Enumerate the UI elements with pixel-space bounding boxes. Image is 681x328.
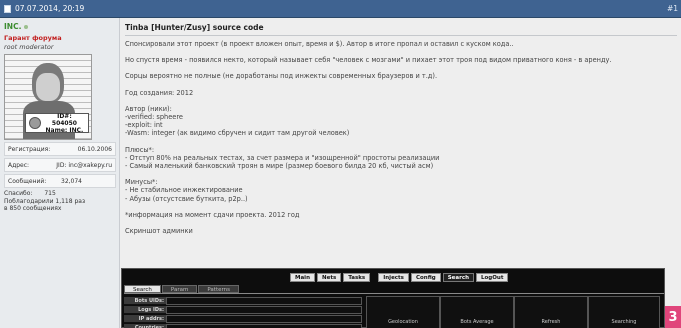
admin-stat-column-label: Searching xyxy=(611,319,637,325)
admin-tab-search: Search xyxy=(124,285,161,293)
post-paragraph: Скриншот админки xyxy=(125,227,677,235)
admin-stat-columns: Geolocation Bots Average Refresh Searching xyxy=(366,296,660,328)
post-paragraph: *информация на момент сдачи проекта. 201… xyxy=(125,211,677,219)
paragraph-line: Год создания: 2012 xyxy=(125,88,194,97)
author-avatar[interactable]: ID#: 504050 Name: INC. xyxy=(4,54,92,140)
avatar-face xyxy=(36,73,60,101)
admin-field-row: Countries: xyxy=(124,323,364,328)
thanks-value: 715 xyxy=(44,190,56,197)
paragraph-line: Автор (ники): xyxy=(125,104,172,113)
admin-field-input xyxy=(166,323,362,328)
admin-panel-screenshot: Main Nets Tasks Injects Config Search LogOut S… xyxy=(121,268,665,328)
admin-field-input xyxy=(166,296,362,305)
post-number-link[interactable]: #1 xyxy=(667,4,678,13)
admin-stat-column: Searching xyxy=(588,296,660,328)
admin-search-fields: Bots UIDs: Logs IDs: IP addrs: Countries: xyxy=(124,296,364,328)
avatar-id-plate: ID#: 504050 Name: INC. xyxy=(25,113,89,134)
paragraph-line: - Самый маленький банковский троян в мир… xyxy=(125,162,434,171)
admin-tab-param: Param xyxy=(161,285,198,293)
seal-icon xyxy=(29,117,41,129)
admin-menu-nets: Nets xyxy=(317,273,342,282)
admin-menu-config: Config xyxy=(410,273,441,282)
thanks-line: Спасибо: 715 xyxy=(4,190,115,197)
paragraph-line: Но спустя время - появился некто, которы… xyxy=(125,56,612,65)
admin-field-label: Countries: xyxy=(124,323,166,328)
registration-row: Регистрация: 06.10.2006 xyxy=(4,142,116,156)
admin-stat-column: Refresh xyxy=(514,296,588,328)
admin-menu-injects: Injects xyxy=(378,273,409,282)
post-paragraph: Плюсы*: - Отступ 80% на реальных тестах, … xyxy=(125,146,677,171)
thanks-label: Спасибо: xyxy=(4,190,33,197)
admin-field-input xyxy=(166,314,362,323)
page-badge: 3 xyxy=(665,306,681,328)
admin-stat-column-label: Refresh xyxy=(541,319,561,325)
paragraph-line: -Wasm: integer (ак видимо сбручен и сиди… xyxy=(125,129,350,138)
admin-stat-column-label: Geolocation xyxy=(388,319,418,325)
paragraph-line: - Не стабильное инжектирование xyxy=(125,186,243,195)
paragraph-line: Минусы*: xyxy=(125,178,158,187)
admin-stat-column: Geolocation xyxy=(366,296,440,328)
registration-value: 06.10.2006 xyxy=(77,145,112,153)
admin-tab-strip: Search Param Patterns xyxy=(124,285,239,293)
post-date: 07.07.2014, 20:19 xyxy=(15,4,85,13)
admin-menu-logout: LogOut xyxy=(476,273,509,282)
post-paragraph: Но спустя время - появился некто, которы… xyxy=(125,56,677,64)
post-paragraph: Год создания: 2012 xyxy=(125,89,677,97)
title-divider xyxy=(125,35,677,36)
paragraph-line: -exploit: int xyxy=(125,121,163,130)
id-plate-text: ID#: 504050 Name: INC. xyxy=(44,113,85,134)
thanked-line-2: в 850 сообщениях xyxy=(4,205,62,212)
author-username[interactable]: INC. xyxy=(4,22,21,31)
address-value: JID: inc@xakepy.ru xyxy=(56,161,112,169)
online-status-icon xyxy=(24,24,29,29)
post-title: Tinba [Hunter/Zusy] source code xyxy=(125,23,264,32)
address-label: Адрес: xyxy=(8,161,30,169)
post-header: 07.07.2014, 20:19 #1 xyxy=(0,0,681,18)
paragraph-line: Сорцы вероятно не полные (не доработаны … xyxy=(125,72,438,81)
admin-menu-main: Main xyxy=(290,273,315,282)
paragraph-line: -verified: spheere xyxy=(125,113,183,122)
paragraph-line: - Абузы (отсустсвие буткита, p2p..) xyxy=(125,194,248,203)
id-plate-id: ID#: 504050 xyxy=(51,112,77,127)
paragraph-line: Плюсы*: xyxy=(125,145,155,154)
post-paragraph: Минусы*: - Не стабильное инжектирование - … xyxy=(125,178,677,203)
messages-value[interactable]: 32,074 xyxy=(61,178,82,185)
admin-field-label: Logs IDs: xyxy=(124,305,166,314)
author-sidebar: INC. Гарант форума root moderator ID#: 5… xyxy=(0,18,120,328)
paragraph-line: *информация на момент сдачи проекта. 201… xyxy=(125,210,300,219)
admin-field-label: Bots UIDs: xyxy=(124,296,166,305)
post-paragraph: Спонсировали этот проект (в проект вложе… xyxy=(125,40,677,48)
post-paragraph: Сорцы вероятно не полные (не доработаны … xyxy=(125,72,677,80)
id-plate-name: Name: INC. xyxy=(45,126,84,134)
post-body: Спонсировали этот проект (в проект вложе… xyxy=(125,40,677,235)
messages-label: Сообщений: xyxy=(8,177,47,185)
admin-field-row: Bots UIDs: xyxy=(124,296,364,305)
messages-row: Сообщений: 32,074 xyxy=(4,174,116,188)
post-paragraph: Автор (ники): -verified: spheere -exploit:… xyxy=(125,105,677,138)
paragraph-line: Скриншот админки xyxy=(125,227,193,236)
author-group-title: Гарант форума xyxy=(4,34,62,42)
thanked-line: Поблагодарили 1,118 раз xyxy=(4,198,86,205)
admin-menu-bar: Main Nets Tasks Injects Config Search LogOut xyxy=(290,273,509,282)
admin-tab-patterns: Patterns xyxy=(198,285,239,293)
admin-stat-column-label: Bots Average xyxy=(460,319,494,325)
admin-menu-tasks: Tasks xyxy=(343,273,371,282)
paragraph-line: Спонсировали этот проект (в проект вложе… xyxy=(125,40,514,48)
tab-underline xyxy=(124,293,664,294)
admin-menu-search: Search xyxy=(442,273,475,282)
registration-label: Регистрация: xyxy=(8,145,51,153)
post-icon xyxy=(4,4,11,13)
admin-field-input xyxy=(166,305,362,314)
author-subtitle: root moderator xyxy=(4,43,54,51)
address-row: Адрес: JID: inc@xakepy.ru xyxy=(4,158,116,172)
admin-stat-column: Bots Average xyxy=(440,296,514,328)
admin-field-label: IP addrs: xyxy=(124,314,166,323)
admin-field-row: IP addrs: xyxy=(124,314,364,323)
author-username-link[interactable]: INC. xyxy=(4,22,115,31)
paragraph-line: - Отступ 80% на реальных тестах, за счет… xyxy=(125,153,440,162)
admin-field-row: Logs IDs: xyxy=(124,305,364,314)
